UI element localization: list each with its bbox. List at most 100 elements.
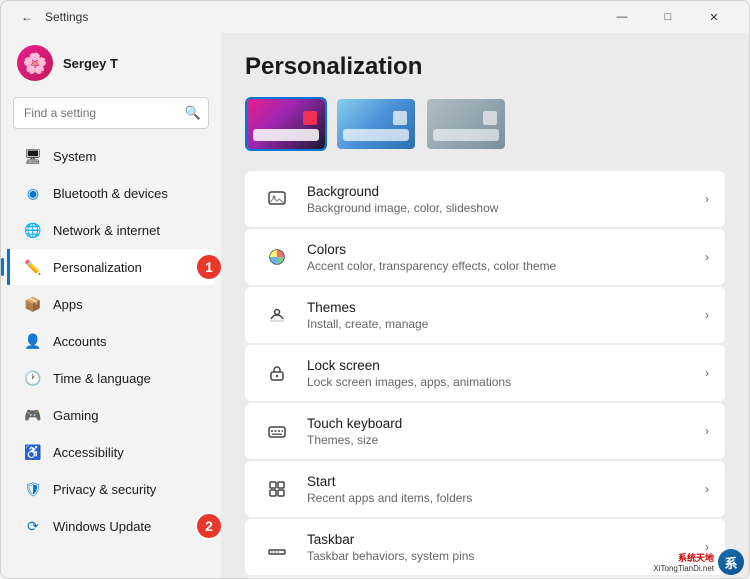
settings-subtitle: Recent apps and items, folders [307, 491, 705, 505]
bluetooth-icon: ◉ [23, 183, 43, 203]
settings-item-text-background: Background Background image, color, slid… [307, 184, 705, 215]
chevron-icon: › [705, 424, 709, 438]
main-area: 🌸 Sergey T 🔍 🖥 System ◉ Bluetooth & devi… [1, 33, 749, 578]
sidebar-item-label: System [53, 149, 96, 164]
avatar-icon: 🌸 [23, 51, 48, 76]
settings-title: Taskbar [307, 532, 705, 547]
sidebar-item-system[interactable]: 🖥 System [7, 138, 215, 174]
apps-icon: 📦 [23, 294, 43, 314]
content-area: Personalization [221, 33, 749, 578]
badge-2: 2 [195, 512, 221, 540]
sidebar-item-label: Accounts [53, 334, 106, 349]
search-box: 🔍 [13, 97, 209, 129]
themes-icon [261, 299, 293, 331]
theme-thumb-3[interactable] [425, 97, 507, 151]
start-icon [261, 473, 293, 505]
settings-item-text-start: Start Recent apps and items, folders [307, 474, 705, 505]
nav-list: 🖥 System ◉ Bluetooth & devices 🌐 Network… [1, 137, 221, 545]
settings-window: ← Settings — □ ✕ 🌸 Sergey T 🔍 [0, 0, 750, 579]
settings-item-text-colors: Colors Accent color, transparency effect… [307, 242, 705, 273]
colors-icon [261, 241, 293, 273]
sidebar-item-network[interactable]: 🌐 Network & internet [7, 212, 215, 248]
theme-thumb-1[interactable] [245, 97, 327, 151]
lockscreen-icon [261, 357, 293, 389]
sidebar-item-label: Bluetooth & devices [53, 186, 168, 201]
user-section[interactable]: 🌸 Sergey T [1, 33, 221, 93]
titlebar: ← Settings — □ ✕ [1, 1, 749, 33]
sidebar-item-label: Network & internet [53, 223, 160, 238]
window-title: Settings [45, 10, 599, 24]
touchkeyboard-icon [261, 415, 293, 447]
accounts-icon: 👤 [23, 331, 43, 351]
chevron-icon: › [705, 482, 709, 496]
settings-item-text-taskbar: Taskbar Taskbar behaviors, system pins [307, 532, 705, 563]
thumb-taskbar [343, 129, 409, 141]
theme-thumb-2[interactable] [335, 97, 417, 151]
privacy-icon: 🛡 [23, 479, 43, 499]
thumb-decoration [393, 111, 407, 125]
settings-title: Lock screen [307, 358, 705, 373]
minimize-button[interactable]: — [599, 1, 645, 33]
chevron-icon: › [705, 250, 709, 264]
sidebar: 🌸 Sergey T 🔍 🖥 System ◉ Bluetooth & devi… [1, 33, 221, 578]
sidebar-item-privacy[interactable]: 🛡 Privacy & security [7, 471, 215, 507]
search-input[interactable] [13, 97, 209, 129]
sidebar-item-time[interactable]: 🕐 Time & language [7, 360, 215, 396]
settings-subtitle: Accent color, transparency effects, colo… [307, 259, 705, 273]
sidebar-item-bluetooth[interactable]: ◉ Bluetooth & devices [7, 175, 215, 211]
system-icon: 🖥 [23, 146, 43, 166]
background-icon [261, 183, 293, 215]
watermark: 系统天地 XiTongTianDi.net 系 [653, 549, 744, 575]
settings-subtitle: Themes, size [307, 433, 705, 447]
sidebar-item-label: Personalization [53, 260, 142, 275]
settings-item-fonts[interactable]: Aa Fonts Install, manage › [245, 577, 725, 578]
chevron-icon: › [705, 192, 709, 206]
settings-title: Start [307, 474, 705, 489]
accessibility-icon: ♿ [23, 442, 43, 462]
settings-list: Background Background image, color, slid… [245, 171, 725, 578]
maximize-button[interactable]: □ [645, 1, 691, 33]
settings-title: Colors [307, 242, 705, 257]
user-name: Sergey T [63, 56, 118, 71]
page-title: Personalization [245, 53, 725, 81]
gaming-icon: 🎮 [23, 405, 43, 425]
sidebar-item-personalization[interactable]: ✏️ Personalization 1 [7, 249, 215, 285]
sidebar-item-label: Apps [53, 297, 83, 312]
watermark-site: 系统天地 [653, 551, 714, 564]
settings-item-themes[interactable]: Themes Install, create, manage › [245, 287, 725, 343]
settings-subtitle: Install, create, manage [307, 317, 705, 331]
sidebar-item-apps[interactable]: 📦 Apps [7, 286, 215, 322]
sidebar-item-gaming[interactable]: 🎮 Gaming [7, 397, 215, 433]
sidebar-item-label: Accessibility [53, 445, 124, 460]
sidebar-item-update[interactable]: ⟳ Windows Update 2 [7, 508, 215, 544]
settings-item-text-lockscreen: Lock screen Lock screen images, apps, an… [307, 358, 705, 389]
settings-subtitle: Background image, color, slideshow [307, 201, 705, 215]
sidebar-item-label: Privacy & security [53, 482, 156, 497]
settings-item-start[interactable]: Start Recent apps and items, folders › [245, 461, 725, 517]
network-icon: 🌐 [23, 220, 43, 240]
time-icon: 🕐 [23, 368, 43, 388]
chevron-icon: › [705, 308, 709, 322]
thumb-decoration [483, 111, 497, 125]
settings-subtitle: Lock screen images, apps, animations [307, 375, 705, 389]
settings-item-colors[interactable]: Colors Accent color, transparency effect… [245, 229, 725, 285]
sidebar-item-label: Windows Update [53, 519, 151, 534]
watermark-logo: 系 [718, 549, 744, 575]
back-button[interactable]: ← [13, 3, 41, 31]
settings-title: Touch keyboard [307, 416, 705, 431]
theme-row [245, 97, 725, 151]
settings-item-background[interactable]: Background Background image, color, slid… [245, 171, 725, 227]
settings-title: Background [307, 184, 705, 199]
settings-subtitle: Taskbar behaviors, system pins [307, 549, 705, 563]
sidebar-item-accounts[interactable]: 👤 Accounts [7, 323, 215, 359]
close-button[interactable]: ✕ [691, 1, 737, 33]
thumb-taskbar [433, 129, 499, 141]
settings-item-touchkeyboard[interactable]: Touch keyboard Themes, size › [245, 403, 725, 459]
update-icon: ⟳ [23, 516, 43, 536]
settings-item-lockscreen[interactable]: Lock screen Lock screen images, apps, an… [245, 345, 725, 401]
settings-title: Themes [307, 300, 705, 315]
watermark-url: XiTongTianDi.net [653, 564, 714, 573]
sidebar-item-accessibility[interactable]: ♿ Accessibility [7, 434, 215, 470]
chevron-icon: › [705, 366, 709, 380]
sidebar-item-label: Time & language [53, 371, 151, 386]
